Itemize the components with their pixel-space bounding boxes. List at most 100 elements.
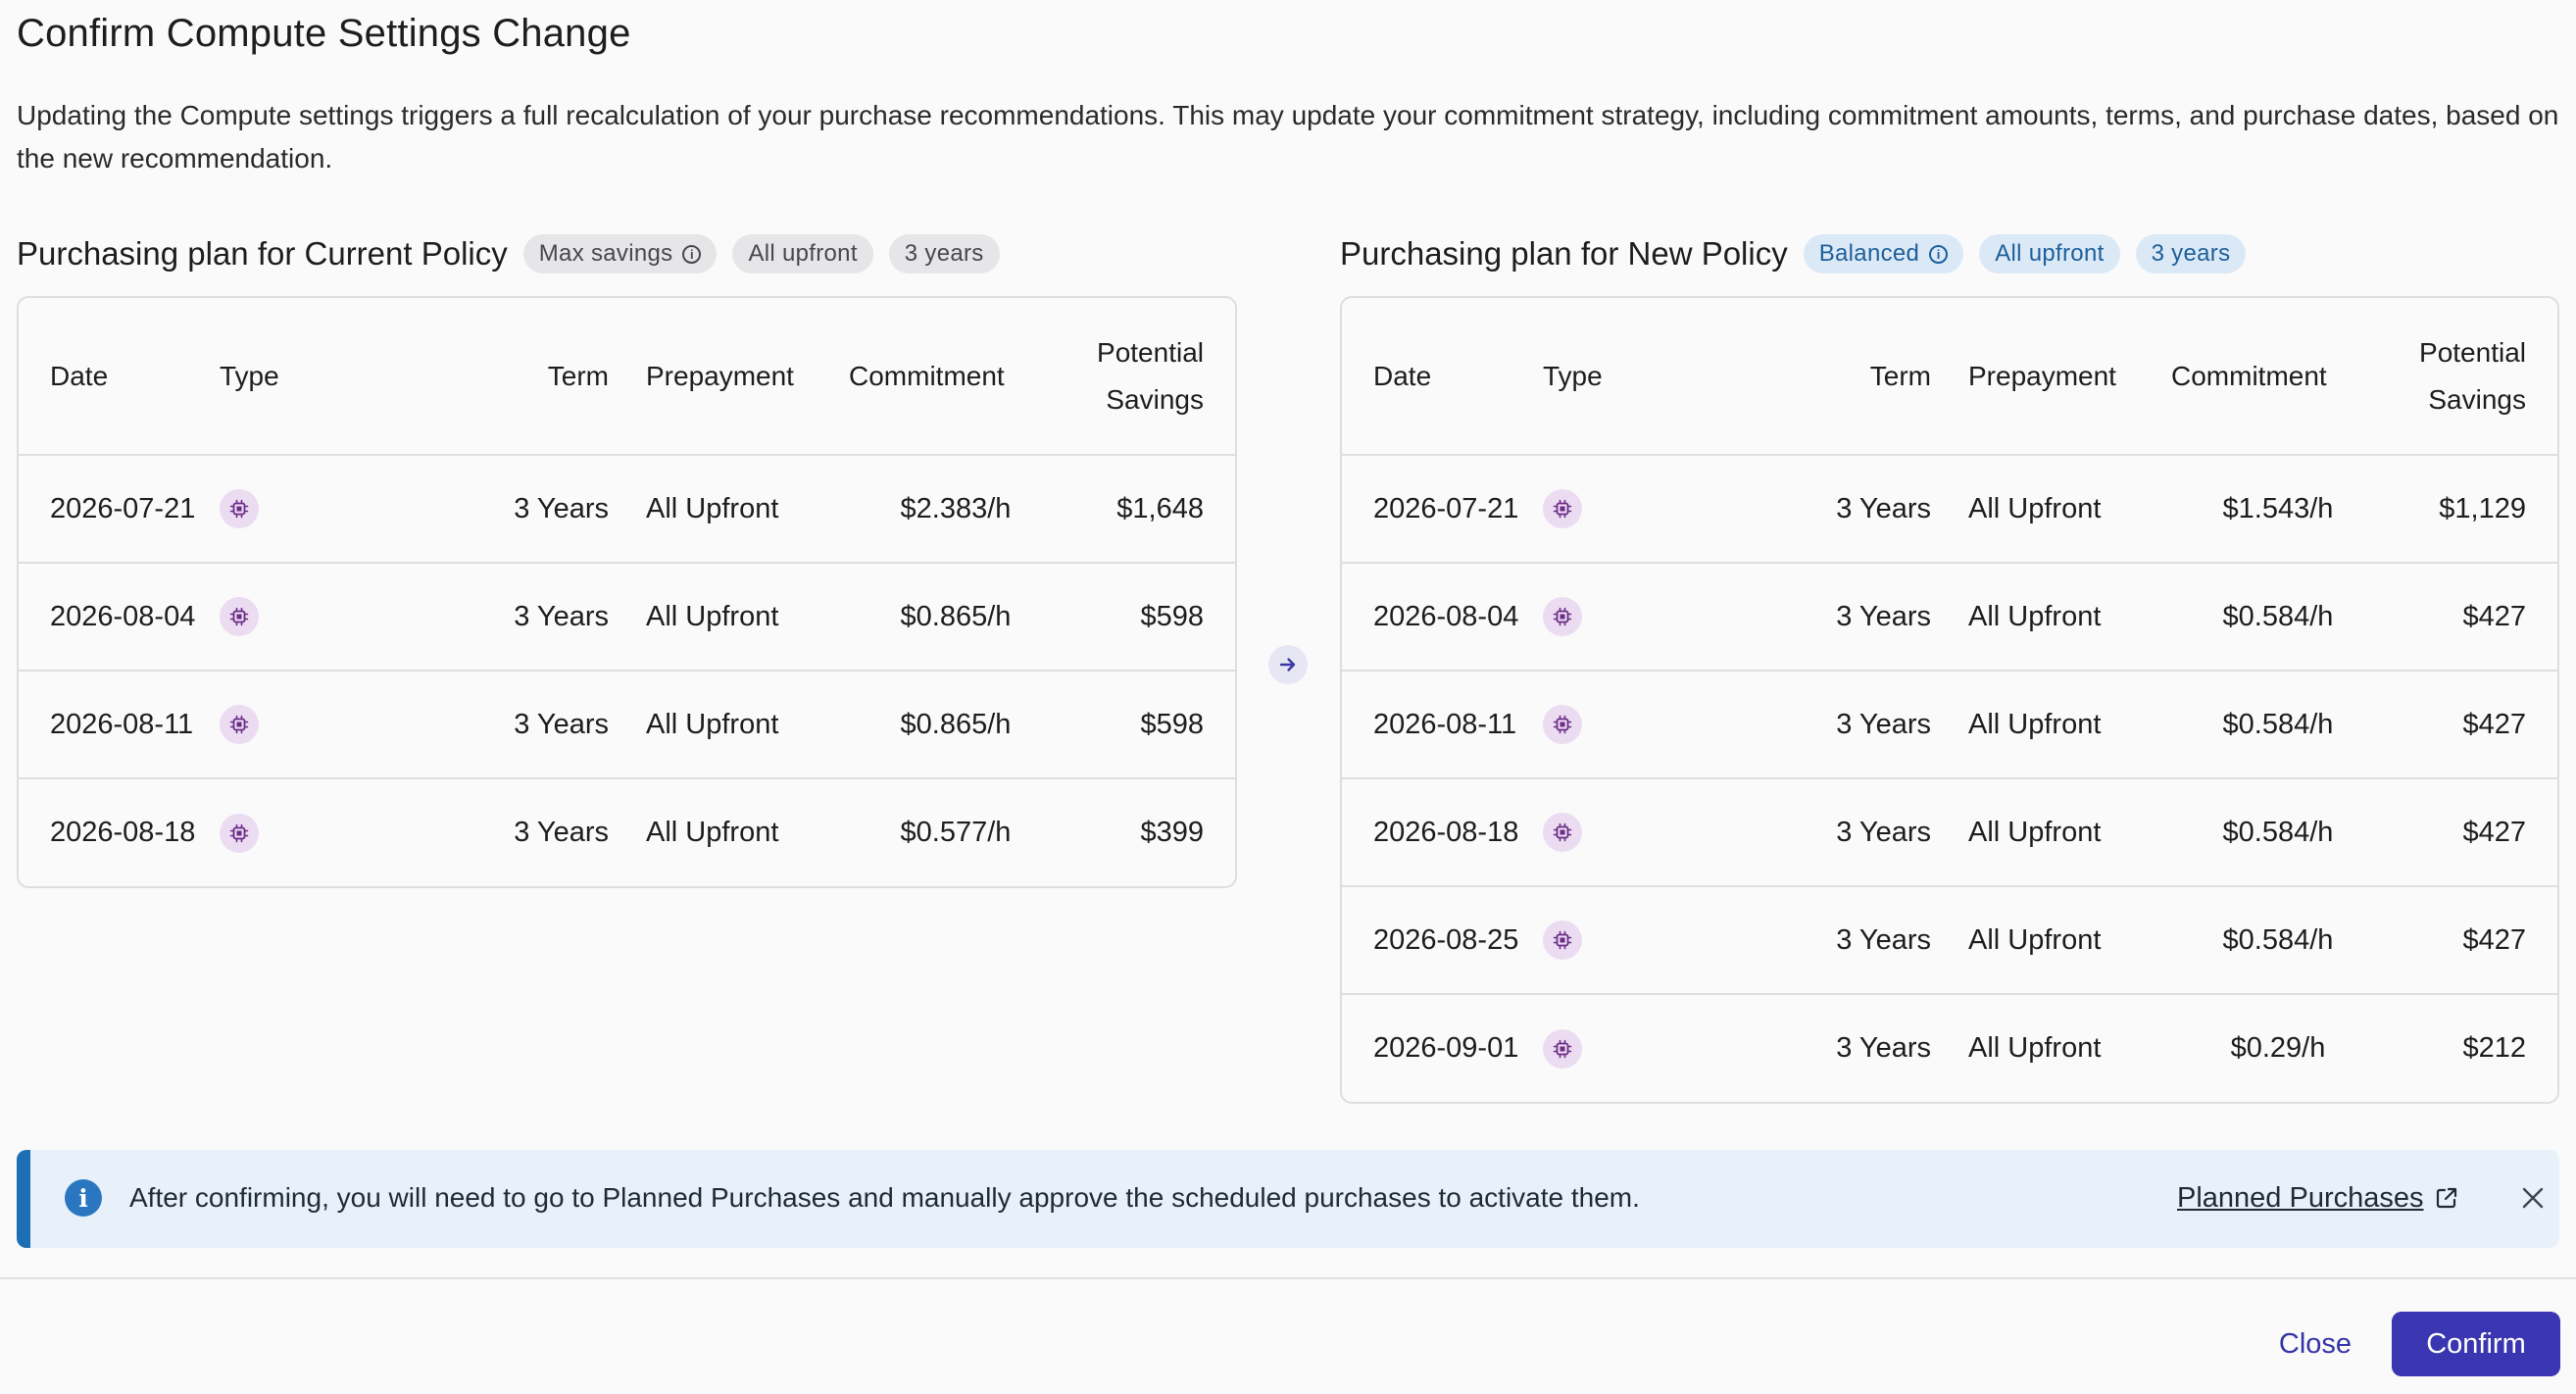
cell-term: 3 Years	[1768, 455, 1968, 564]
cell-term: 3 Years	[1768, 671, 1968, 779]
cpu-chip-icon	[1543, 597, 1582, 636]
cell-savings: $399	[1140, 817, 1204, 848]
close-icon[interactable]	[2520, 1185, 2546, 1211]
cell-type	[1543, 455, 1768, 564]
cell-savings: $212	[2462, 1032, 2526, 1064]
current-policy-panel: Purchasing plan for Current Policy Max s…	[17, 227, 1237, 888]
cell-commitment: $0.29/h	[2230, 1032, 2326, 1064]
cpu-chip-icon	[220, 489, 259, 528]
cell-prepayment: All Upfront	[646, 671, 849, 779]
cell-date: 2026-08-04	[19, 563, 220, 672]
new-plan-header: Purchasing plan for New Policy Balanced …	[1340, 227, 2559, 280]
new-term-tag: 3 years	[2135, 234, 2247, 274]
cell-prepayment: All Upfront	[1968, 778, 2171, 887]
cell-savings: $427	[2385, 563, 2557, 672]
savings-header-line1: Potential	[2419, 336, 2526, 368]
savings-header-line1: Potential	[1097, 336, 1204, 368]
table-header-row: Date Type Term Prepayment Commitment Pot…	[19, 298, 1235, 456]
new-plan-table: Date Type Term Prepayment Commitment Pot…	[1340, 296, 2559, 1104]
cell-savings: $427	[2385, 886, 2557, 995]
current-term-tag: 3 years	[888, 234, 1000, 274]
dialog-description: Updating the Compute settings triggers a…	[17, 100, 2559, 174]
cell-term: 3 Years	[445, 455, 646, 564]
cell-commitment: $1.543/h	[2171, 455, 2385, 564]
table-row: 2026-08-04 3 Years All Upfront $0.584/h $427	[1342, 563, 2557, 672]
cell-savings: $1,129	[2385, 455, 2557, 564]
table-row: 2026-08-18 3 Years All Upfront $0.577/h $399	[19, 778, 1235, 886]
close-button[interactable]: Close	[2252, 1310, 2379, 1378]
info-circle-icon: i	[65, 1179, 102, 1217]
cell-term: 3 Years	[1836, 1032, 1931, 1064]
confirm-dialog: Confirm Compute Settings Change Updating…	[0, 0, 2576, 1394]
new-policy-panel: Purchasing plan for New Policy Balanced …	[1340, 227, 2559, 1104]
column-header-prepayment: Prepayment	[1968, 298, 2171, 456]
new-plan-title: Purchasing plan for New Policy	[1340, 235, 1788, 272]
cell-term: 3 Years	[445, 563, 646, 672]
cpu-chip-icon	[1543, 705, 1582, 744]
cell-date: 2026-08-11	[19, 671, 220, 779]
cell-term: 3 Years	[1768, 563, 1968, 672]
savings-header-line2: Savings	[2428, 383, 2526, 415]
cell-type	[220, 671, 445, 779]
planned-purchases-link-label[interactable]: Planned Purchases	[2177, 1179, 2424, 1217]
confirm-button[interactable]: Confirm	[2392, 1312, 2560, 1376]
info-icon[interactable]: i	[1929, 244, 1949, 264]
cell-savings: $427	[2385, 778, 2557, 887]
cell-term: 3 Years	[1768, 778, 1968, 887]
cell-type	[1543, 563, 1768, 672]
cpu-chip-icon	[1543, 1028, 1582, 1069]
cell-type	[1543, 778, 1768, 887]
table-row: 2026-08-18 3 Years All Upfront $0.584/h $427	[1342, 778, 2557, 887]
column-header-prepayment: Prepayment	[646, 298, 849, 456]
column-header-date: Date	[19, 298, 220, 456]
planned-purchases-link[interactable]: Planned Purchases	[2177, 1179, 2459, 1217]
cell-commitment: $2.383/h	[849, 455, 1063, 564]
cell-commitment: $0.865/h	[849, 563, 1063, 672]
table-row: 2026-08-11 3 Years All Upfront $0.865/h $598	[19, 671, 1235, 779]
cell-date: 2026-08-18	[1342, 778, 1543, 887]
cell-prepayment: All Upfront	[646, 563, 849, 672]
column-header-term: Term	[1768, 298, 1968, 456]
cell-date: 2026-08-11	[1342, 671, 1543, 779]
cell-type	[1543, 886, 1768, 995]
column-header-savings: Potential Savings	[1063, 298, 1235, 456]
cell-commitment: $0.584/h	[2171, 778, 2385, 887]
current-plan-header: Purchasing plan for Current Policy Max s…	[17, 227, 1237, 280]
column-header-type: Type	[1543, 298, 1768, 456]
table-row: 2026-07-21 3 Years All Upfront $1.543/h $1,1…	[1342, 455, 2557, 564]
new-strategy-tag-label: Balanced	[1818, 240, 1920, 267]
cell-date: 2026-08-04	[1342, 563, 1543, 672]
cell-prepayment: All Upfront	[1968, 886, 2171, 995]
cell-date: 2026-08-25	[1342, 886, 1543, 995]
cell-prepayment: All Upfront	[1968, 563, 2171, 672]
cell-term: 3 Years	[514, 817, 609, 848]
new-strategy-tag: Balanced i	[1803, 234, 1964, 274]
current-plan-table: Date Type Term Prepayment Commitment Pot…	[17, 296, 1237, 888]
cell-savings: $598	[1063, 563, 1235, 672]
banner-accent-bar	[17, 1150, 30, 1248]
column-header-term: Term	[445, 298, 646, 456]
cell-prepayment: All Upfront	[1968, 671, 2171, 779]
new-prepayment-tag: All upfront	[1979, 234, 2120, 274]
cell-term: 3 Years	[445, 671, 646, 779]
cell-commitment: $0.865/h	[849, 671, 1063, 779]
current-strategy-tag-label: Max savings	[538, 240, 673, 267]
footer-divider	[0, 1277, 2576, 1279]
info-icon[interactable]: i	[682, 244, 702, 264]
table-row: 2026-08-25 3 Years All Upfront $0.584/h $427	[1342, 886, 2557, 995]
cell-type	[220, 778, 445, 886]
column-header-commitment: Commitment	[2171, 298, 2385, 456]
new-plan-rows: 2026-07-21 3 Years All Upfront $1.543/h $1,1…	[1342, 455, 2557, 1102]
column-header-date: Date	[1342, 298, 1543, 456]
cell-prepayment: All Upfront	[646, 817, 779, 848]
cell-date: 2026-09-01	[1373, 1032, 1519, 1064]
cell-prepayment: All Upfront	[646, 455, 849, 564]
cpu-chip-icon	[220, 705, 259, 744]
column-header-savings: Potential Savings	[2385, 298, 2557, 456]
dialog-title: Confirm Compute Settings Change	[17, 12, 631, 55]
cell-commitment: $0.584/h	[2171, 563, 2385, 672]
banner-message: After confirming, you will need to go to…	[129, 1182, 1640, 1213]
current-prepayment-tag: All upfront	[732, 234, 873, 274]
current-plan-title: Purchasing plan for Current Policy	[17, 235, 508, 272]
cpu-chip-icon	[1543, 921, 1582, 960]
